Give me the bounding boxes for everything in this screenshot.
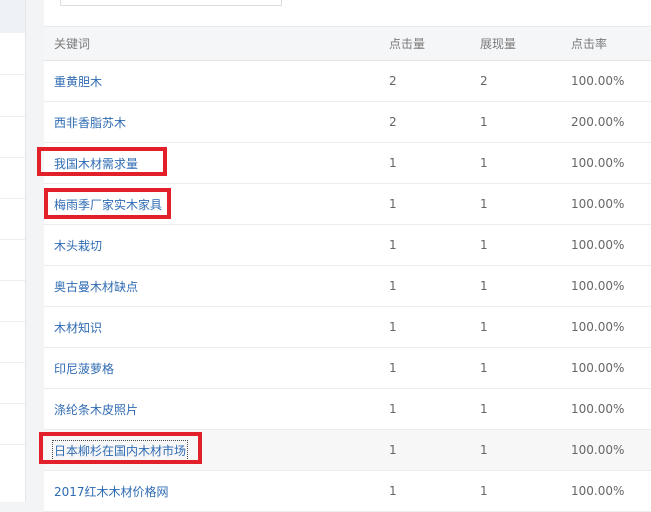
sidebar-divider [0, 198, 25, 199]
focused-keyword-text[interactable]: 日本柳杉在国内木材市场 [51, 439, 189, 461]
table-row: 印尼菠萝格 1 1 100.00% [44, 348, 651, 389]
clicks-value: 1 [389, 279, 397, 293]
keyword-link[interactable]: 涤纶条木皮照片 [54, 389, 138, 429]
clicks-value: 1 [389, 197, 397, 211]
clicks-value: 2 [389, 115, 397, 129]
clicks-value: 1 [389, 361, 397, 375]
keyword-link[interactable]: 奥古曼木材缺点 [54, 266, 138, 306]
sidebar-divider [0, 157, 25, 158]
sidebar-divider [0, 280, 25, 281]
clicks-value: 1 [389, 443, 397, 457]
impressions-value: 1 [480, 238, 488, 252]
sidebar-divider [0, 444, 25, 445]
impressions-value: 1 [480, 156, 488, 170]
sidebar-divider [0, 403, 25, 404]
table-row: 我国木材需求量 1 1 100.00% [44, 143, 651, 184]
table-row: 木材知识 1 1 100.00% [44, 307, 651, 348]
keyword-link[interactable]: 日本柳杉在国内木材市场 [51, 430, 189, 470]
table-row: 奥古曼木材缺点 1 1 100.00% [44, 266, 651, 307]
keyword-link[interactable]: 我国木材需求量 [54, 143, 138, 183]
sidebar-divider [0, 116, 25, 117]
click-rate-value: 100.00% [571, 484, 625, 498]
table-row: 2017红木木材价格网 1 1 100.00% [44, 471, 651, 512]
keyword-link[interactable]: 木材知识 [54, 307, 102, 347]
impressions-value: 1 [480, 279, 488, 293]
sidebar-divider [0, 74, 25, 75]
clicks-value: 2 [389, 74, 397, 88]
keyword-link[interactable]: 印尼菠萝格 [54, 348, 114, 388]
keyword-link[interactable]: 重黄胆木 [54, 61, 102, 101]
clicks-value: 1 [389, 156, 397, 170]
click-rate-value: 100.00% [571, 238, 625, 252]
sidebar-active-item[interactable] [0, 0, 25, 33]
filter-bar [44, 0, 651, 27]
header-keyword[interactable]: 关键词 [54, 27, 90, 60]
table-header: 关键词 点击量 展现量 点击率 [44, 27, 651, 61]
impressions-value: 1 [480, 484, 488, 498]
table-row: 日本柳杉在国内木材市场 1 1 100.00% [44, 430, 651, 471]
table-row: 梅雨季厂家实木家具 1 1 100.00% [44, 184, 651, 225]
impressions-value: 1 [480, 320, 488, 334]
left-sidebar [0, 0, 26, 502]
keyword-link[interactable]: 西非香脂苏木 [54, 102, 126, 142]
header-impressions[interactable]: 展现量 [480, 27, 516, 60]
impressions-value: 2 [480, 74, 488, 88]
impressions-value: 1 [480, 115, 488, 129]
click-rate-value: 100.00% [571, 443, 625, 457]
keyword-report-panel: 关键词 点击量 展现量 点击率 重黄胆木 2 2 100.00% 西非香脂苏木 … [44, 0, 651, 512]
click-rate-value: 200.00% [571, 115, 625, 129]
keyword-link[interactable]: 2017红木木材价格网 [54, 471, 169, 511]
sidebar-divider [0, 362, 25, 363]
table-row: 西非香脂苏木 2 1 200.00% [44, 102, 651, 143]
impressions-value: 1 [480, 361, 488, 375]
click-rate-value: 100.00% [571, 197, 625, 211]
table-row: 重黄胆木 2 2 100.00% [44, 61, 651, 102]
filter-input[interactable] [60, 0, 282, 6]
keyword-link[interactable]: 木头栽切 [54, 225, 102, 265]
impressions-value: 1 [480, 197, 488, 211]
click-rate-value: 100.00% [571, 74, 625, 88]
click-rate-value: 100.00% [571, 320, 625, 334]
click-rate-value: 100.00% [571, 402, 625, 416]
clicks-value: 1 [389, 238, 397, 252]
click-rate-value: 100.00% [571, 156, 625, 170]
header-clicks[interactable]: 点击量 [389, 27, 425, 60]
clicks-value: 1 [389, 402, 397, 416]
keyword-link[interactable]: 梅雨季厂家实木家具 [54, 184, 162, 224]
table-row: 涤纶条木皮照片 1 1 100.00% [44, 389, 651, 430]
clicks-value: 1 [389, 484, 397, 498]
table-row: 木头栽切 1 1 100.00% [44, 225, 651, 266]
sidebar-divider [0, 321, 25, 322]
impressions-value: 1 [480, 443, 488, 457]
sidebar-divider [0, 239, 25, 240]
click-rate-value: 100.00% [571, 279, 625, 293]
impressions-value: 1 [480, 402, 488, 416]
header-click-rate[interactable]: 点击率 [571, 27, 607, 60]
click-rate-value: 100.00% [571, 361, 625, 375]
clicks-value: 1 [389, 320, 397, 334]
